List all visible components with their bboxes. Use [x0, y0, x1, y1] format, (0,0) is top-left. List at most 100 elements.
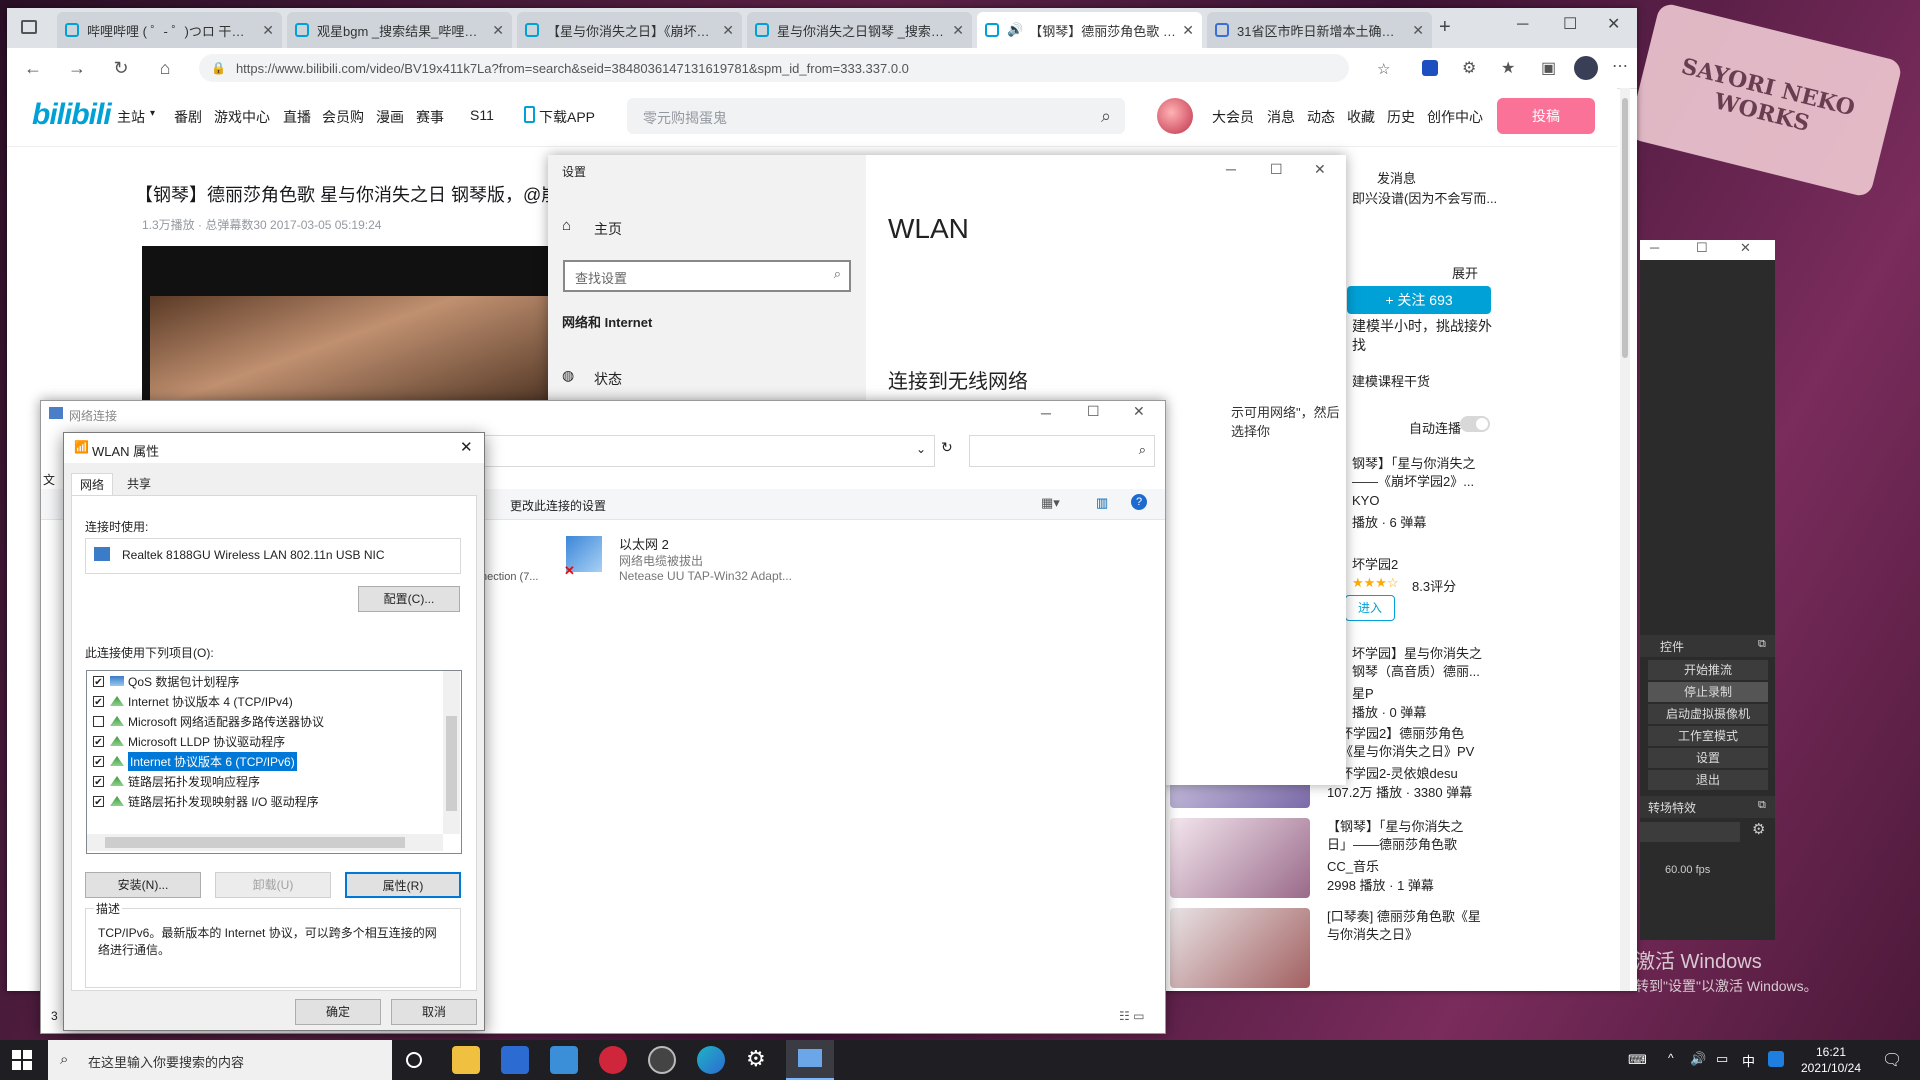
- close-tab-icon[interactable]: ✕: [722, 22, 734, 39]
- nav-mall[interactable]: 会员购: [322, 107, 364, 127]
- netconn-address[interactable]: ⌄: [481, 435, 935, 467]
- vertical-scrollbar[interactable]: [443, 671, 460, 834]
- maximize-icon[interactable]: ☐: [1696, 240, 1708, 256]
- browser-tab[interactable]: 31省区市昨日新增本土确诊26 ✕: [1207, 12, 1432, 48]
- obs-icon[interactable]: [648, 1046, 676, 1074]
- float-dock-icon[interactable]: ⧉: [1758, 799, 1766, 812]
- rec-up[interactable]: CC_音乐: [1327, 856, 1379, 875]
- minimize-icon[interactable]: ─: [1517, 16, 1528, 34]
- browser-tab[interactable]: 观星bgm _搜索结果_哔哩哔哩 ✕: [287, 12, 512, 48]
- list-item[interactable]: ✔ Internet 协议版本 4 (TCP/IPv4): [93, 691, 293, 711]
- browser-tab-active[interactable]: 🔊 【钢琴】德丽莎角色歌 星与 ✕: [977, 12, 1202, 48]
- bilibili-logo[interactable]: bilibili: [32, 98, 112, 132]
- close-tab-icon[interactable]: ✕: [262, 22, 274, 39]
- video-player[interactable]: [142, 246, 562, 406]
- configure-button[interactable]: 配置(C)...: [358, 586, 460, 612]
- uninstall-button[interactable]: 卸载(U): [215, 872, 331, 898]
- maximize-icon[interactable]: ☐: [1087, 403, 1100, 420]
- properties-button[interactable]: 属性(R): [345, 872, 461, 898]
- nav-history[interactable]: 历史: [1387, 107, 1415, 127]
- lock-icon[interactable]: 🔒: [211, 61, 226, 75]
- preview-pane-icon[interactable]: ▥: [1096, 495, 1108, 511]
- rec-thumbnail[interactable]: [1170, 908, 1310, 988]
- list-item[interactable]: Microsoft 网络适配器多路传送器协议: [93, 711, 324, 731]
- rec-up[interactable]: 崩坏学园2-灵依娘desu: [1327, 763, 1458, 782]
- minimize-icon[interactable]: ─: [1226, 161, 1236, 177]
- back-icon[interactable]: ←: [21, 56, 45, 80]
- nav-main[interactable]: 主站: [117, 107, 145, 127]
- view-options-icon[interactable]: ▦▾: [1041, 495, 1060, 511]
- nav-manga[interactable]: 漫画: [376, 107, 404, 127]
- cancel-button[interactable]: 取消: [391, 999, 477, 1025]
- tab-sharing[interactable]: 共享: [119, 473, 159, 495]
- enter-button[interactable]: 进入: [1345, 595, 1395, 621]
- start-streaming-button[interactable]: 开始推流: [1648, 660, 1768, 680]
- settings-gear-icon[interactable]: ⚙: [746, 1046, 766, 1072]
- checkbox[interactable]: [93, 715, 104, 727]
- chevron-down-icon[interactable]: ⌄: [916, 442, 926, 456]
- change-settings-link[interactable]: 更改此连接的设置: [510, 497, 606, 514]
- close-tab-icon[interactable]: ✕: [1412, 22, 1424, 39]
- search-icon[interactable]: ⌕: [1087, 98, 1125, 134]
- nav-s11[interactable]: S11: [470, 107, 494, 123]
- more-icon[interactable]: ⋯: [1612, 56, 1628, 76]
- close-icon[interactable]: ✕: [1133, 403, 1145, 420]
- mail-icon[interactable]: [550, 1046, 578, 1074]
- search-icon[interactable]: ⌕: [1139, 442, 1146, 458]
- exit-button[interactable]: 退出: [1648, 770, 1768, 790]
- refresh-icon[interactable]: ↻: [109, 56, 133, 80]
- tray-app-icon[interactable]: [1768, 1051, 1784, 1067]
- rec-title[interactable]: 【钢琴】「星与你消失之: [1327, 816, 1464, 835]
- ok-button[interactable]: 确定: [295, 999, 381, 1025]
- favorites-bar-icon[interactable]: ★: [1501, 58, 1515, 78]
- favorite-icon[interactable]: ☆: [1377, 60, 1390, 78]
- close-icon[interactable]: ✕: [1740, 240, 1751, 256]
- profile-avatar[interactable]: [1574, 56, 1598, 80]
- list-item[interactable]: ✔ 链路层拓扑发现映射器 I/O 驱动程序: [93, 791, 319, 811]
- browser-tab[interactable]: 哔哩哔哩 ( ゜- ゜)つロ 干杯~-bili ✕: [57, 12, 282, 48]
- nav-dynamics[interactable]: 动态: [1307, 107, 1335, 127]
- close-tab-icon[interactable]: ✕: [492, 22, 504, 39]
- start-icon[interactable]: [12, 1050, 32, 1070]
- browser-tab[interactable]: 【星与你消失之日】《崩坏3》 ✕: [517, 12, 742, 48]
- home-icon[interactable]: ⌂: [562, 217, 571, 234]
- rec-title[interactable]: 坏学园】星与你消失之: [1352, 643, 1482, 662]
- nav-anime[interactable]: 番剧: [174, 107, 202, 127]
- clock[interactable]: 16:21 2021/10/24: [1796, 1044, 1866, 1076]
- nav-messages[interactable]: 消息: [1267, 107, 1295, 127]
- user-avatar[interactable]: [1157, 98, 1193, 134]
- nav-live[interactable]: 直播: [283, 107, 311, 127]
- nav-favorites[interactable]: 收藏: [1347, 107, 1375, 127]
- obs-settings-button[interactable]: 设置: [1648, 748, 1768, 768]
- network-tray-icon[interactable]: ▭: [1716, 1051, 1728, 1067]
- adapter-name[interactable]: 以太网 2: [619, 534, 669, 553]
- details-view-icon[interactable]: ☷ ▭: [1119, 1009, 1144, 1023]
- nav-creator[interactable]: 创作中心: [1427, 107, 1483, 127]
- help-icon[interactable]: ?: [1131, 494, 1147, 510]
- expand-link[interactable]: 展开: [1452, 263, 1478, 282]
- nav-download-app[interactable]: 下载APP: [539, 107, 595, 127]
- nav-vip[interactable]: 大会员: [1212, 107, 1254, 127]
- minimize-icon[interactable]: ─: [1650, 240, 1659, 255]
- ad-title[interactable]: 建模半小时，挑战接外: [1352, 316, 1492, 336]
- rec-thumbnail[interactable]: [1170, 818, 1310, 898]
- close-tab-icon[interactable]: ✕: [1182, 22, 1194, 39]
- checkbox[interactable]: ✔: [93, 695, 104, 708]
- taskbar-search-input[interactable]: ⌕ 在这里输入你要搜索的内容: [48, 1040, 392, 1080]
- tab-network[interactable]: 网络: [71, 473, 114, 496]
- refresh-icon[interactable]: ↻: [941, 439, 953, 456]
- rec-title[interactable]: 坏学园2: [1352, 554, 1398, 573]
- edge-icon[interactable]: [697, 1046, 725, 1074]
- maximize-icon[interactable]: ☐: [1270, 161, 1283, 178]
- settings-status[interactable]: 状态: [594, 369, 622, 389]
- rec-title[interactable]: 钢琴】「星与你消失之: [1352, 453, 1476, 472]
- volume-icon[interactable]: 🔊: [1690, 1051, 1706, 1067]
- checkbox[interactable]: ✔: [93, 675, 104, 688]
- checkbox[interactable]: ✔: [93, 795, 104, 808]
- tab-actions-icon[interactable]: [21, 20, 37, 34]
- notification-icon[interactable]: 🗨: [1882, 1050, 1902, 1070]
- horizontal-scrollbar[interactable]: [87, 834, 443, 851]
- close-window-icon[interactable]: ✕: [1607, 14, 1620, 34]
- close-icon[interactable]: ✕: [460, 438, 473, 456]
- new-tab-icon[interactable]: +: [1439, 16, 1451, 39]
